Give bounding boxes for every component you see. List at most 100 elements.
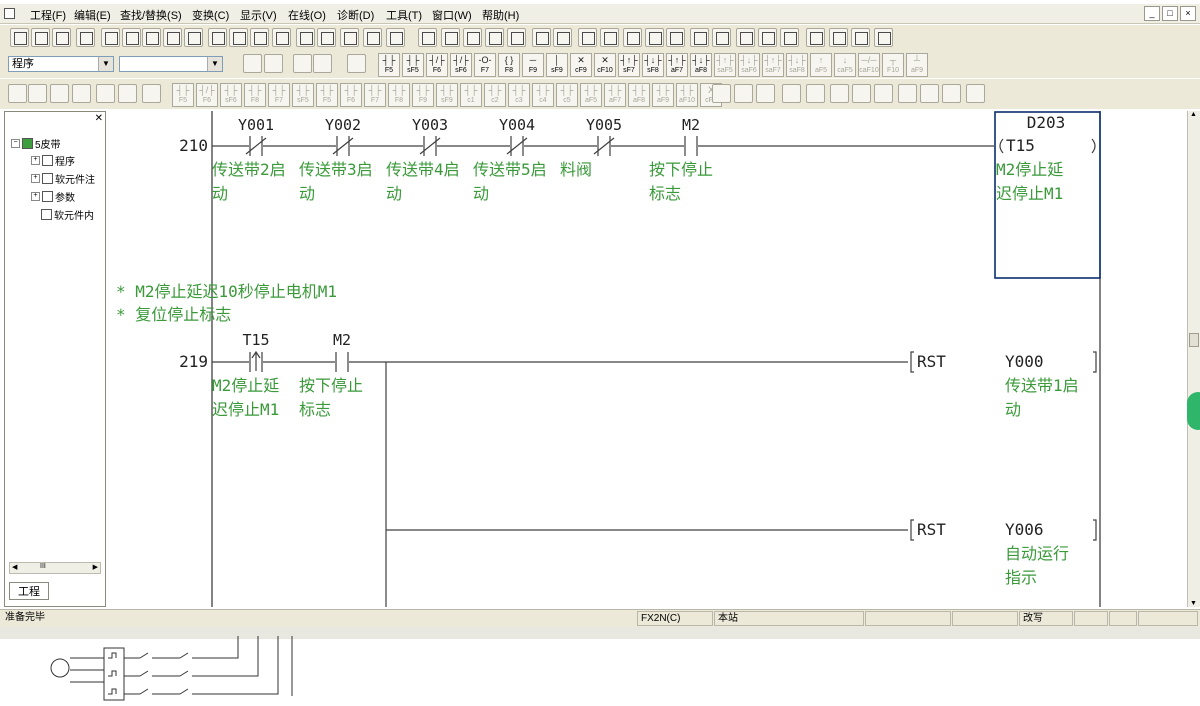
- ladder-symbol-button[interactable]: ┤├ F6: [340, 83, 362, 107]
- toolbar-icon-button[interactable]: [418, 28, 437, 47]
- ladder-symbol-button[interactable]: ┤↑├ aF7: [666, 53, 688, 77]
- toolbar-icon-button[interactable]: [31, 28, 50, 47]
- menu-item[interactable]: 显示(V): [240, 7, 277, 23]
- toolbar-icon-button[interactable]: [829, 28, 848, 47]
- menu-item[interactable]: 帮助(H): [482, 7, 519, 23]
- ladder-symbol-button[interactable]: ┤├ F8: [244, 83, 266, 107]
- chevron-down-icon[interactable]: ▼: [207, 57, 222, 71]
- toolbar-icon-button[interactable]: [874, 84, 893, 103]
- ladder-symbol-button[interactable]: ─/─ caF10: [858, 53, 880, 77]
- toolbar-icon-button[interactable]: [507, 28, 526, 47]
- secondary-combo[interactable]: ▼: [119, 56, 223, 72]
- toolbar-icon-button[interactable]: [8, 84, 27, 103]
- tab-project[interactable]: 工程: [9, 582, 49, 600]
- ladder-symbol-button[interactable]: ┴ aF9: [906, 53, 928, 77]
- toolbar-icon-button[interactable]: [463, 28, 482, 47]
- ladder-symbol-button[interactable]: ┤├ aF8: [628, 83, 650, 107]
- toolbar-icon-button[interactable]: [553, 28, 572, 47]
- toolbar-icon-button[interactable]: [10, 28, 29, 47]
- toolbar-icon-button[interactable]: [734, 84, 753, 103]
- minimize-button[interactable]: _: [1144, 6, 1160, 21]
- toolbar-icon-button[interactable]: [208, 28, 227, 47]
- ladder-symbol-button[interactable]: ┤├ sF9: [436, 83, 458, 107]
- menu-item[interactable]: 在线(O): [288, 7, 326, 23]
- toolbar-icon-button[interactable]: [163, 28, 182, 47]
- toolbar-icon-button[interactable]: [736, 28, 755, 47]
- mode-combo[interactable]: 程序 ▼: [8, 56, 114, 72]
- toolbar-icon-button[interactable]: [347, 54, 366, 73]
- ladder-symbol-button[interactable]: ┤├ F8: [388, 83, 410, 107]
- collapse-icon[interactable]: −: [11, 139, 20, 148]
- toolbar-icon-button[interactable]: [806, 28, 825, 47]
- toolbar-icon-button[interactable]: [340, 28, 359, 47]
- ladder-symbol-button[interactable]: ┤↓├ aF8: [690, 53, 712, 77]
- toolbar-icon-button[interactable]: [758, 28, 777, 47]
- toolbar-icon-button[interactable]: [806, 84, 825, 103]
- ladder-symbol-button[interactable]: ┤/├ F6: [196, 83, 218, 107]
- expand-icon[interactable]: +: [31, 174, 40, 183]
- toolbar-icon-button[interactable]: [122, 28, 141, 47]
- toolbar-icon-button[interactable]: [96, 84, 115, 103]
- ladder-symbol-button[interactable]: ┤├ sF5: [292, 83, 314, 107]
- toolbar-icon-button[interactable]: [756, 84, 775, 103]
- ladder-symbol-button[interactable]: ┤├ sF6: [220, 83, 242, 107]
- ladder-editor[interactable]: 210 Y001 传送带2启动 Y002 传送带3启动 Y003 传送带4启动 Y004 传送带…: [114, 111, 1188, 607]
- ladder-symbol-button[interactable]: ┤├ c4: [532, 83, 554, 107]
- toolbar-icon-button[interactable]: [600, 28, 619, 47]
- ladder-symbol-button[interactable]: ↓ caF5: [834, 53, 856, 77]
- chevron-down-icon[interactable]: ▼: [98, 57, 113, 71]
- ladder-symbol-button[interactable]: ┤├ F5: [172, 83, 194, 107]
- menu-item[interactable]: 工具(T): [386, 7, 422, 23]
- ladder-symbol-button[interactable]: ┤├ aF9: [652, 83, 674, 107]
- toolbar-icon-button[interactable]: [50, 84, 69, 103]
- restore-button[interactable]: □: [1162, 6, 1178, 21]
- toolbar-icon-button[interactable]: [386, 28, 405, 47]
- ladder-symbol-button[interactable]: ┤↓├ saF6: [738, 53, 760, 77]
- toolbar-icon-button[interactable]: [52, 28, 71, 47]
- toolbar-icon-button[interactable]: [851, 28, 870, 47]
- ladder-symbol-button[interactable]: ┤├ F7: [364, 83, 386, 107]
- ladder-symbol-button[interactable]: ┤↑├ saF5: [714, 53, 736, 77]
- ladder-symbol-button[interactable]: ┤/├ sF6: [450, 53, 472, 77]
- toolbar-icon-button[interactable]: [874, 28, 893, 47]
- toolbar-icon-button[interactable]: [623, 28, 642, 47]
- ladder-symbol-button[interactable]: ┤├ F9: [412, 83, 434, 107]
- scroll-thumb[interactable]: III: [40, 563, 46, 570]
- close-icon[interactable]: ✕: [95, 113, 103, 124]
- ladder-symbol-button[interactable]: ┤├ aF10: [676, 83, 698, 107]
- toolbar-icon-button[interactable]: [712, 28, 731, 47]
- toolbar-icon-button[interactable]: [296, 28, 315, 47]
- ladder-symbol-button[interactable]: ┤├ sF5: [402, 53, 424, 77]
- toolbar-icon-button[interactable]: [243, 54, 262, 73]
- toolbar-icon-button[interactable]: [578, 28, 597, 47]
- toolbar-icon-button[interactable]: [441, 28, 460, 47]
- ladder-symbol-button[interactable]: ┬ F10: [882, 53, 904, 77]
- ladder-symbol-button[interactable]: ┤/├ F6: [426, 53, 448, 77]
- floating-widget-icon[interactable]: [1187, 392, 1200, 430]
- toolbar-icon-button[interactable]: [645, 28, 664, 47]
- toolbar-icon-button[interactable]: [101, 28, 120, 47]
- close-button[interactable]: ×: [1180, 6, 1196, 21]
- tree-item-device-comment[interactable]: + 软元件注: [31, 171, 95, 186]
- ladder-symbol-button[interactable]: ┤├ F5: [378, 53, 400, 77]
- expand-icon[interactable]: +: [31, 192, 40, 201]
- toolbar-icon-button[interactable]: [942, 84, 961, 103]
- toolbar-icon-button[interactable]: [782, 84, 801, 103]
- toolbar-icon-button[interactable]: [830, 84, 849, 103]
- menu-item[interactable]: 变换(C): [192, 7, 229, 23]
- ladder-symbol-button[interactable]: ┤├ aF5: [580, 83, 602, 107]
- toolbar-icon-button[interactable]: [264, 54, 283, 73]
- menu-item[interactable]: 编辑(E): [74, 7, 111, 23]
- scroll-up-icon[interactable]: ▲: [1190, 111, 1197, 118]
- tree-item-device-memory[interactable]: 软元件内: [41, 207, 94, 222]
- toolbar-icon-button[interactable]: [250, 28, 269, 47]
- toolbar-icon-button[interactable]: [184, 28, 203, 47]
- menu-item[interactable]: 查找/替换(S): [120, 7, 182, 23]
- ladder-symbol-button[interactable]: ┤↑├ saF7: [762, 53, 784, 77]
- ladder-symbol-button[interactable]: ┤↓├ sF8: [642, 53, 664, 77]
- menu-item[interactable]: 工程(F): [30, 7, 66, 23]
- toolbar-icon-button[interactable]: [898, 84, 917, 103]
- ladder-symbol-button[interactable]: ┤├ F7: [268, 83, 290, 107]
- toolbar-icon-button[interactable]: [317, 28, 336, 47]
- toolbar-icon-button[interactable]: [852, 84, 871, 103]
